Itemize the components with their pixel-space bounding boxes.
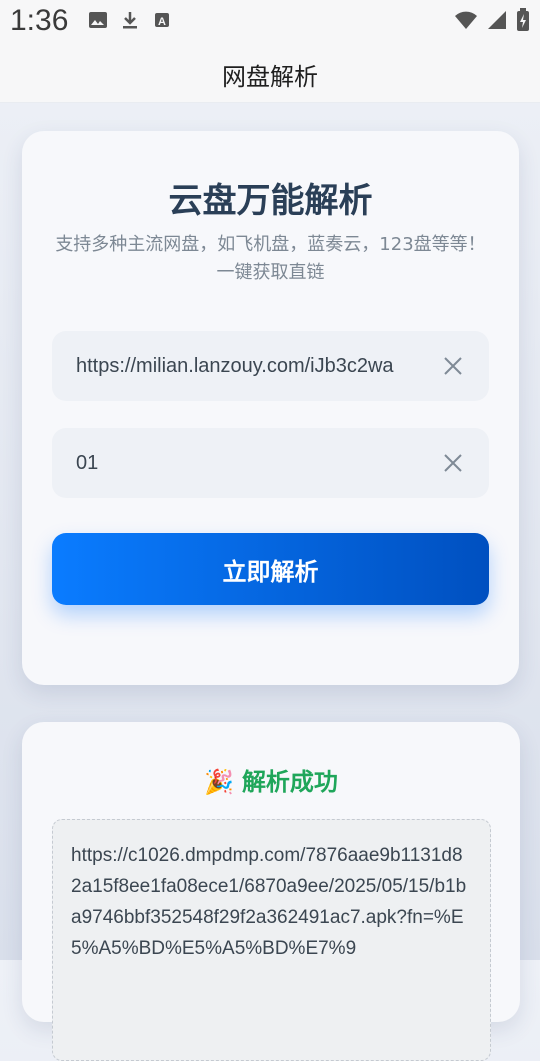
result-link[interactable]: https://c1026.dmpdmp.com/7876aae9b1131d8… [71, 840, 470, 964]
code-field [52, 428, 489, 498]
status-time: 1:36 [10, 4, 69, 37]
parser-subtitle: 支持多种主流网盘，如飞机盘，蓝奏云，123盘等等！一键获取直链 [55, 234, 486, 283]
status-bar: 1:36 A [0, 0, 540, 46]
url-field [52, 331, 489, 401]
party-popper-icon: 🎉 [204, 768, 234, 796]
parser-card: 云盘万能解析 支持多种主流网盘，如飞机盘，蓝奏云，123盘等等！一键获取直链 立… [22, 131, 519, 685]
a-box-icon: A [155, 13, 169, 28]
parse-button[interactable]: 立即解析 [52, 533, 489, 605]
parser-title: 云盘万能解析 [168, 181, 373, 221]
system-icons [454, 8, 530, 32]
result-card: 🎉 解析成功 https://c1026.dmpdmp.com/7876aae9b… [22, 722, 520, 1061]
battery-icon [517, 8, 529, 31]
app-title: 网盘解析 [222, 62, 318, 91]
url-input[interactable] [76, 354, 431, 378]
image-icon [89, 12, 107, 28]
clear-code-icon[interactable] [441, 451, 465, 475]
code-input[interactable] [76, 451, 431, 475]
result-title: 解析成功 [241, 768, 338, 796]
app-bar: 网盘解析 [0, 46, 540, 103]
clear-url-icon[interactable] [441, 354, 465, 378]
result-heading: 🎉 解析成功 [22, 762, 520, 797]
result-link-box[interactable]: https://c1026.dmpdmp.com/7876aae9b1131d8… [52, 819, 491, 1061]
signal-icon [488, 11, 506, 29]
download-icon [123, 12, 137, 29]
wifi-icon [455, 11, 477, 29]
svg-text:A: A [158, 16, 166, 28]
notification-icons: A [88, 10, 172, 30]
